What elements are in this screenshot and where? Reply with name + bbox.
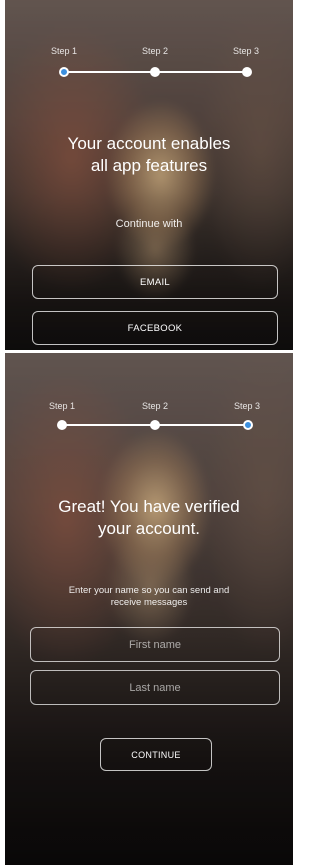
step-1-label: Step 1 <box>51 46 78 56</box>
step-1-label: Step 1 <box>49 401 76 411</box>
first-name-field[interactable] <box>30 627 280 662</box>
account-screen: Step 1 Step 2 Step 3 Your account enable… <box>5 0 293 350</box>
email-button[interactable]: EMAIL <box>32 265 278 299</box>
step-1-dot <box>59 67 69 77</box>
verified-account-screen: Step 1 Step 2 Step 3 Great! You have ver… <box>5 353 293 865</box>
step-2-label: Step 2 <box>142 401 169 411</box>
progress-stepper: Step 1 Step 2 Step 3 <box>5 46 293 86</box>
page-title: Your account enables all app features <box>5 133 293 177</box>
last-name-field[interactable] <box>30 670 280 705</box>
instruction-text-line-2: receive messages <box>110 597 188 608</box>
page-title-line-1: Your account enables <box>67 134 231 153</box>
step-3-dot <box>242 67 252 77</box>
page-title-line-2: your account. <box>97 519 201 538</box>
instruction-text-line-1: Enter your name so you can send and <box>68 585 230 596</box>
page-title: Great! You have verified your account. <box>5 496 293 540</box>
step-3-label: Step 3 <box>234 401 261 411</box>
step-2-dot <box>150 67 160 77</box>
step-2-label: Step 2 <box>142 46 169 56</box>
step-3-label: Step 3 <box>233 46 260 56</box>
step-3-dot <box>243 420 253 430</box>
continue-button[interactable]: CONTINUE <box>100 738 212 771</box>
continue-with-label: Continue with <box>115 218 183 230</box>
step-1-dot <box>57 420 67 430</box>
facebook-button[interactable]: FACEBOOK <box>32 311 278 345</box>
progress-stepper: Step 1 Step 2 Step 3 <box>5 401 293 441</box>
step-2-dot <box>150 420 160 430</box>
instruction-text: Enter your name so you can send and rece… <box>5 585 293 609</box>
page-title-line-1: Great! You have verified <box>58 497 240 516</box>
page-title-line-2: all app features <box>90 156 208 175</box>
